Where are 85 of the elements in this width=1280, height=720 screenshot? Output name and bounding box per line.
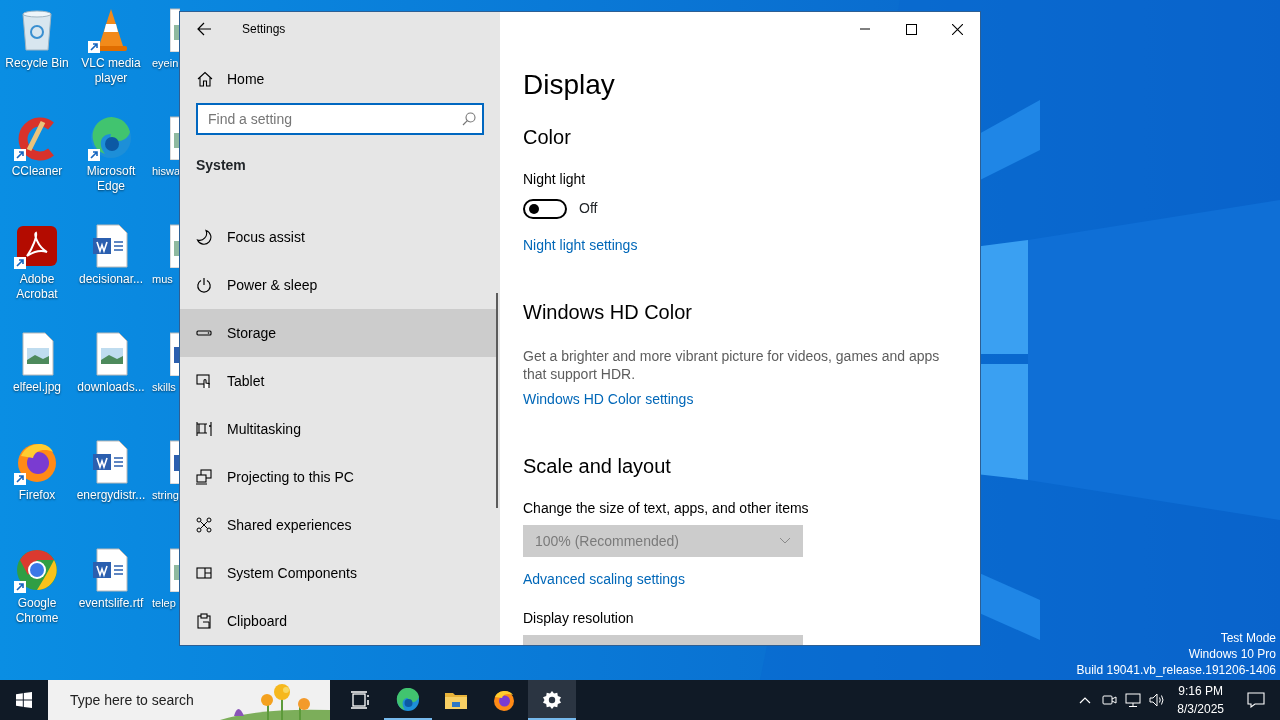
icon-label[interactable]: elfeel.jpg [12,380,61,395]
watermark-text: Windows 10 Pro [1187,646,1276,662]
video-camera-icon [1101,692,1118,708]
sidebar-item[interactable]: System Components [180,549,497,597]
speaker-icon [1149,692,1166,708]
icon-label[interactable]: downloads... [77,380,145,395]
icon-label[interactable]: Recycle Bin [5,56,69,71]
sidebar-item[interactable]: Storage [180,309,497,357]
toggle-switch[interactable] [523,198,567,219]
chevron-up-icon [1079,696,1092,704]
components-icon [196,565,212,581]
icon-label[interactable]: VLC media player [74,56,148,86]
icon-label[interactable]: hiswa [152,164,181,179]
window-title: Settings [242,21,286,38]
sidebar-item[interactable]: Power & sleep [180,261,497,309]
multitasking-icon [196,421,212,437]
firefox-browser-icon [492,688,516,712]
settings-link[interactable]: Advanced scaling settings [523,569,685,589]
image-file-icon[interactable] [170,224,180,268]
icon-label[interactable]: CCleaner [11,164,63,179]
word-document-icon[interactable] [170,440,180,484]
watermark-text: Test Mode [1219,630,1276,646]
image-file-icon[interactable] [170,548,180,592]
icon-label[interactable]: decisionar... [78,272,143,287]
search-field[interactable]: Find a setting [196,103,484,135]
word-document-icon[interactable] [170,332,180,376]
icon-label[interactable]: eyein [152,56,179,71]
scrollbar[interactable] [496,293,498,508]
image-file-icon[interactable] [170,8,180,52]
home-icon [197,71,213,87]
section-heading: Color [523,125,572,150]
section-heading: Scale and layout [523,454,672,479]
home-link[interactable]: Home [180,66,500,92]
setting-label: Display resolution [523,609,635,628]
projector-icon [196,469,212,485]
shared-nodes-icon [196,517,212,533]
network-icon [1125,692,1142,708]
icon-label[interactable]: telep [152,596,176,611]
close-icon [951,23,963,35]
sidebar-item[interactable]: Multitasking [180,405,497,453]
clipboard-icon [196,613,212,629]
speech-bubble-icon [1247,692,1265,708]
search-bar[interactable]: Type here to search [48,680,330,720]
section-heading: Windows HD Color [523,300,693,325]
power-icon [196,277,212,293]
icon-label[interactable]: skills [152,380,176,395]
icon-label[interactable]: eventslife.rtf [78,596,144,611]
date-text: 8/3/2025 [1177,701,1224,718]
sidebar-item[interactable]: Projecting to this PC [180,453,497,501]
icon-label[interactable]: Adobe Acrobat [0,272,74,302]
setting-label: Night light [523,170,587,189]
moon-icon [196,229,212,245]
sidebar-item[interactable]: Clipboard [180,597,497,645]
sidebar-item[interactable]: Shared experiences [180,501,497,549]
sidebar-item[interactable]: Tablet [180,357,497,405]
time-text: 9:16 PM [1177,683,1224,700]
description-text: Get a brighter and more vibrant picture for videos, games and apps that support HDR. [523,347,941,383]
clock[interactable]: 9:16 PM 8/3/2025 [1171,682,1230,718]
icon-label[interactable]: Microsoft Edge [74,164,148,194]
setting-label: Change the size of text, apps, and other items [523,499,810,518]
icon-label[interactable]: Firefox [18,488,56,503]
edge-browser-icon [396,688,420,712]
page-title: Display [523,68,616,102]
tablet-icon [196,373,212,389]
icon-label[interactable]: mus [152,272,173,287]
settings-icon [542,690,562,710]
search-icon [462,112,476,126]
back-arrow-icon [196,21,212,37]
settings-button[interactable] [528,680,576,720]
settings-link[interactable]: Night light settings [523,235,638,255]
folder-icon [444,690,468,710]
task-view-icon [350,691,370,709]
watermark-text: Build 19041.vb_release.191206-1406 [1076,662,1276,678]
icon-label[interactable]: energydistr... [76,488,146,503]
toggle-state-label: Off [579,199,598,218]
settings-link[interactable]: Windows HD Color settings [523,389,694,409]
icon-label[interactable]: string [152,488,179,503]
image-file-icon[interactable] [170,116,180,160]
chevron-down-icon [779,537,791,545]
section-heading: System [196,156,247,175]
sidebar-item[interactable]: Focus assist [180,213,497,261]
windows-logo-icon [16,692,32,708]
icon-label[interactable]: Google Chrome [0,596,74,626]
maximize-icon [905,23,917,35]
search-field[interactable]: Type here to search [70,688,220,712]
